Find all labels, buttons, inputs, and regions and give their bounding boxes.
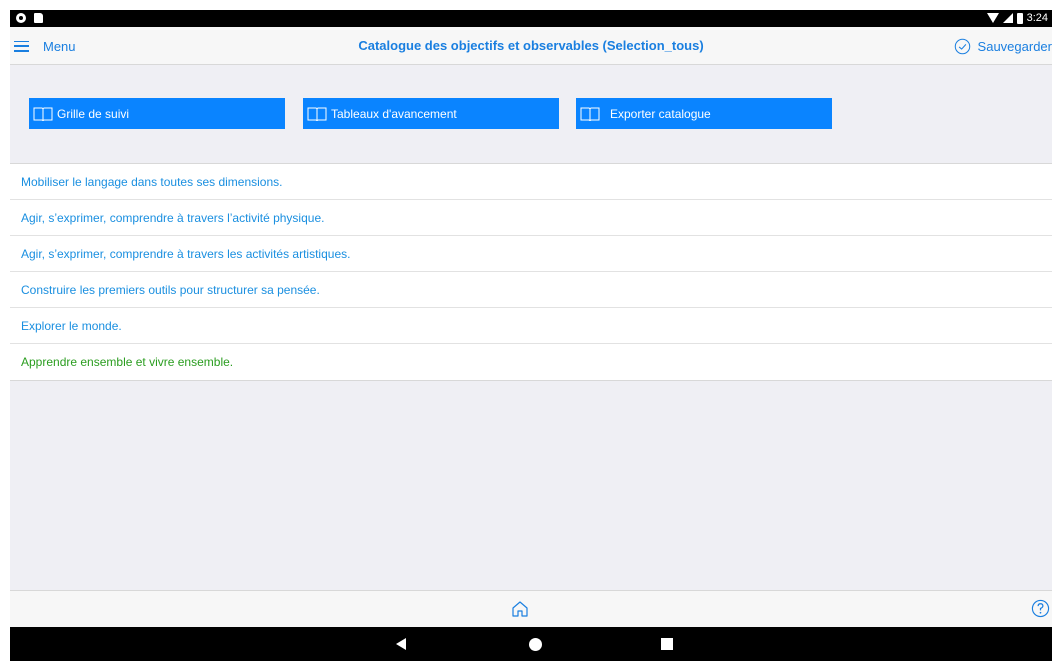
home-circle-icon[interactable] [529,638,542,651]
list-item[interactable]: Agir, s’exprimer, comprendre à travers l… [10,236,1052,272]
book-icon [580,107,600,121]
exporter-catalogue-button[interactable]: Exporter catalogue [576,98,832,129]
home-icon[interactable] [510,599,530,619]
save-button[interactable]: Sauvegarder [954,36,1052,56]
app-screen: 3:24 Menu Catalogue des objectifs et obs… [10,10,1052,661]
list-item[interactable]: Agir, s’exprimer, comprendre à travers l… [10,200,1052,236]
grille-de-suivi-button[interactable]: Grille de suivi [29,98,285,129]
device-frame: 3:24 Menu Catalogue des objectifs et obs… [0,0,1052,661]
status-bar: 3:24 [10,10,1052,27]
back-icon[interactable] [396,638,406,650]
sd-card-icon [34,13,43,23]
page-title: Catalogue des objectifs et observables (… [358,38,704,53]
list-item[interactable]: Mobiliser le langage dans toutes ses dim… [10,164,1052,200]
status-right-icons: 3:24 [986,12,1048,24]
status-time: 3:24 [1026,12,1048,24]
tableaux-avancement-button[interactable]: Tableaux d'avancement [303,98,559,129]
android-nav-bar [10,627,1052,661]
list-item[interactable]: Apprendre ensemble et vivre ensemble. [10,344,1052,380]
check-circle-icon [954,38,970,54]
list-item[interactable]: Explorer le monde. [10,308,1052,344]
objectives-list: Mobiliser le langage dans toutes ses dim… [10,163,1052,381]
exporter-catalogue-label: Exporter catalogue [610,106,711,121]
battery-icon [1016,12,1023,24]
list-item[interactable]: Construire les premiers outils pour stru… [10,272,1052,308]
bottom-toolbar [10,590,1052,627]
signal-icon [1002,13,1013,23]
action-buttons: Grille de suivi Tableaux d'avancement Ex… [10,66,1052,162]
wifi-icon [986,13,999,23]
book-icon [307,107,327,121]
book-icon [33,107,53,121]
tableaux-avancement-label: Tableaux d'avancement [331,106,457,121]
recents-icon[interactable] [661,638,673,650]
nav-bar: Menu Catalogue des objectifs et observab… [10,27,1052,65]
save-label: Sauvegarder [977,38,1052,54]
status-left-icons [16,13,43,23]
help-icon[interactable] [1031,599,1050,618]
grille-de-suivi-label: Grille de suivi [57,106,130,121]
notification-dot-icon [16,13,26,23]
